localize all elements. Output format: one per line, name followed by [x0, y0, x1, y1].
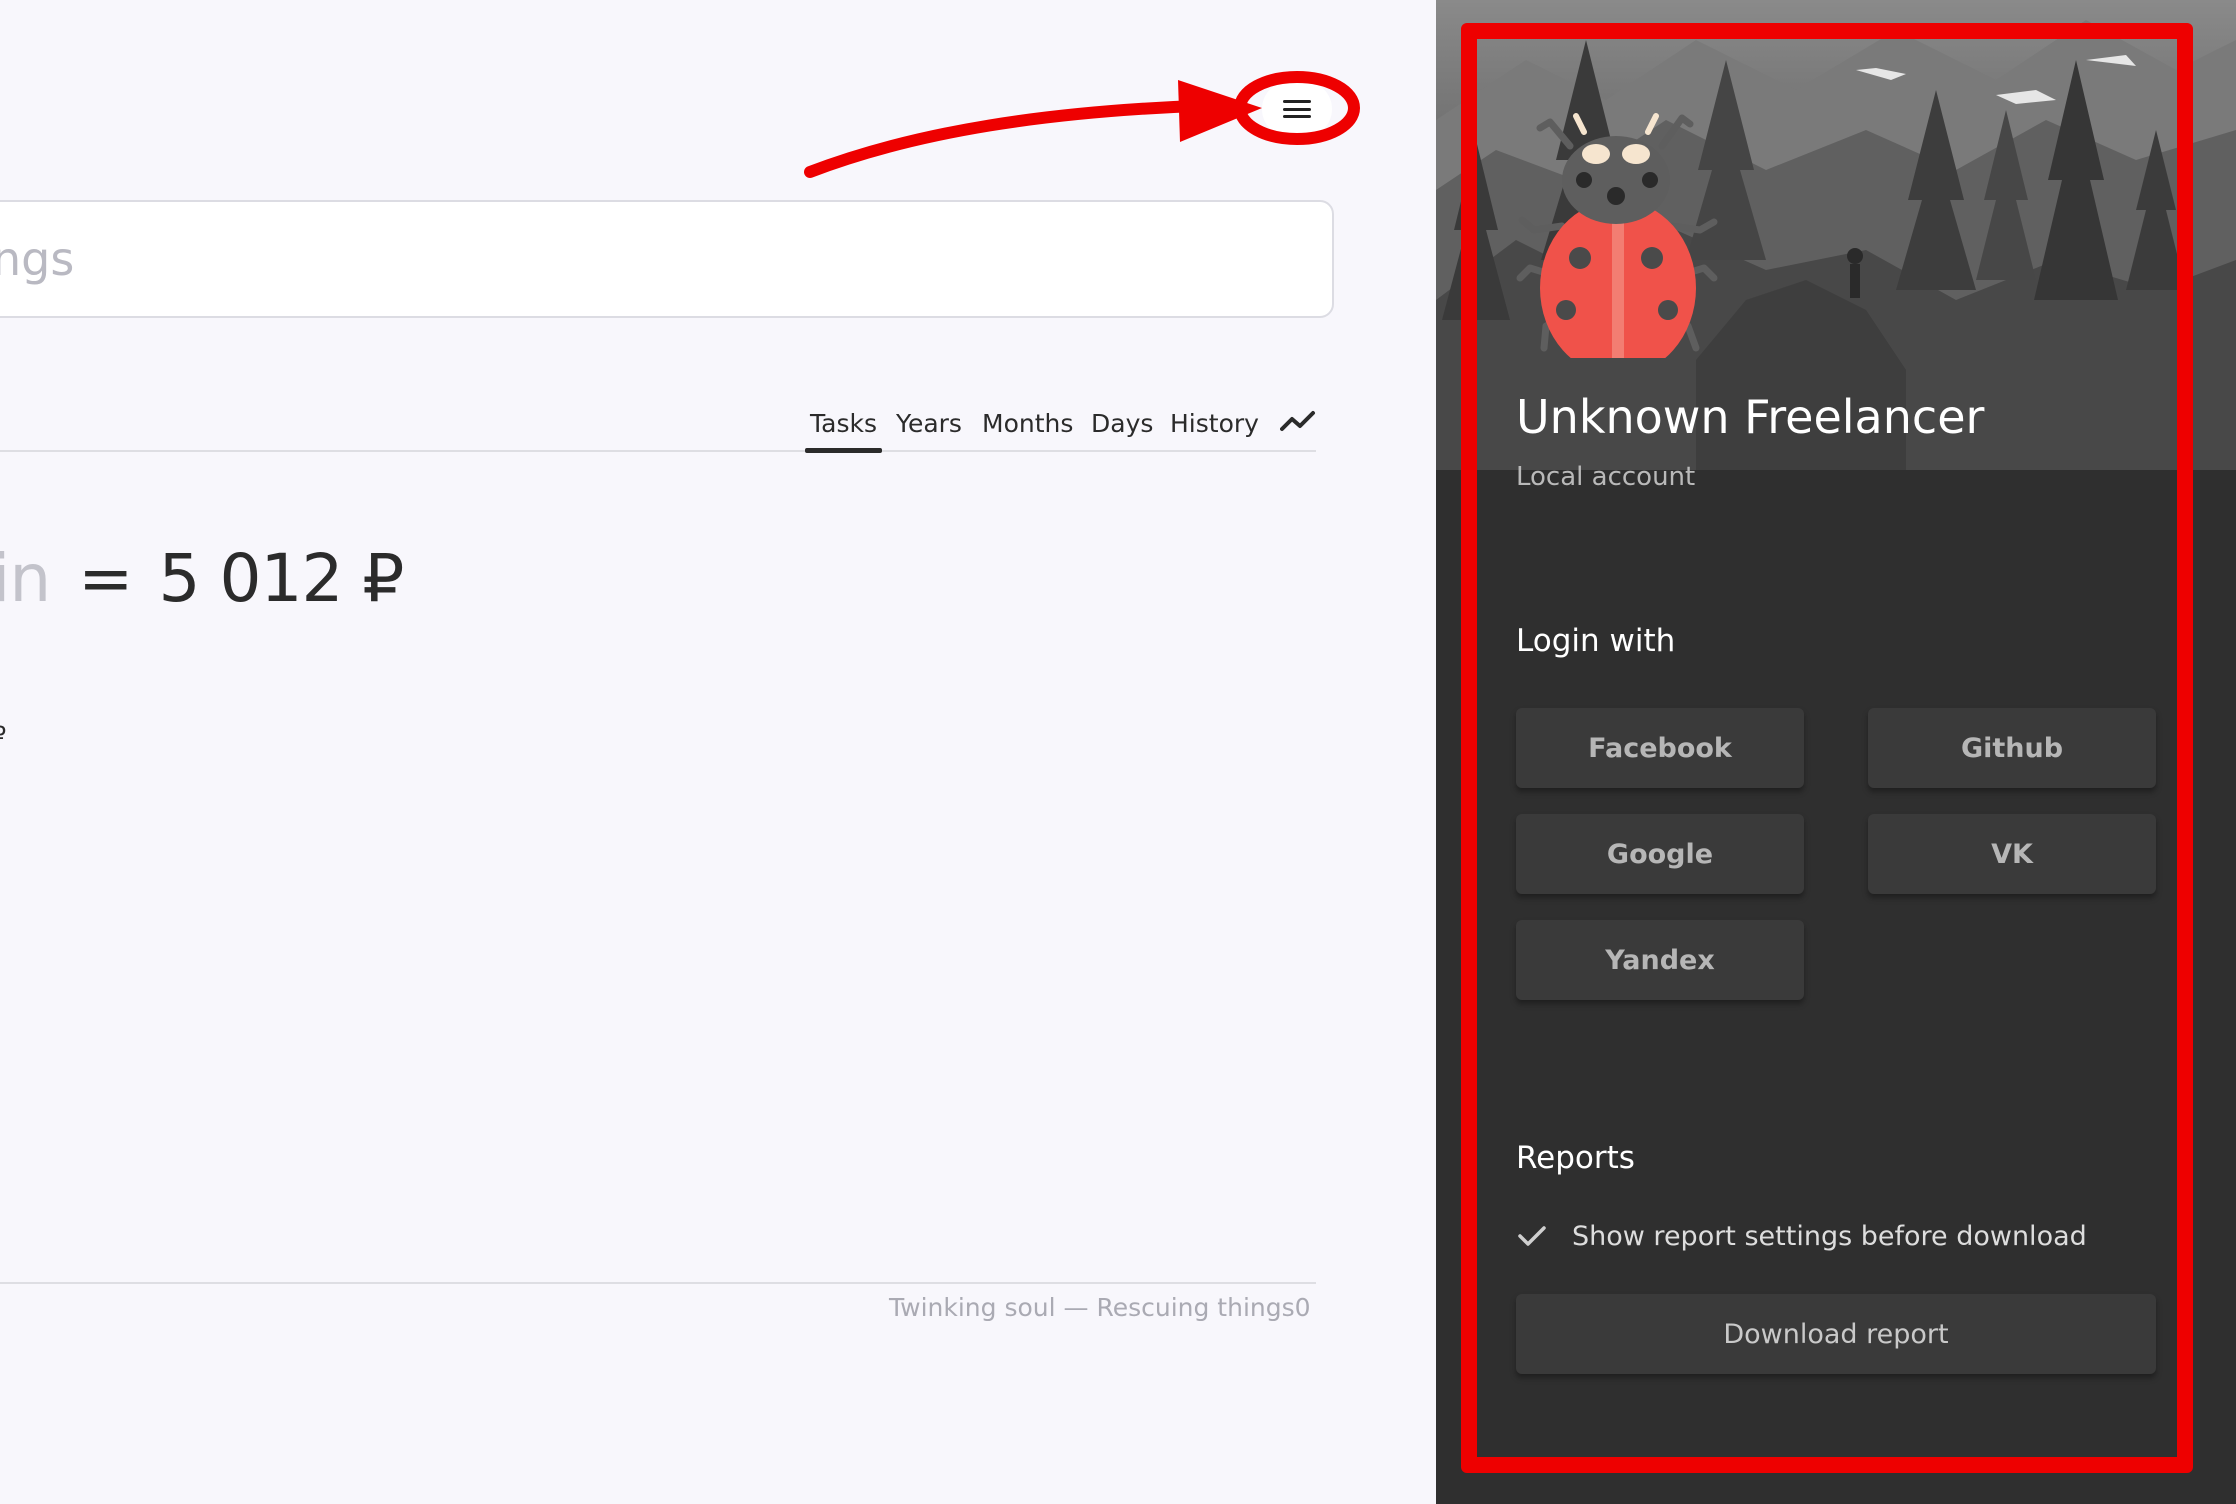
unit-fragment: in — [0, 540, 51, 617]
footer-text: Twinking soul — Rescuing things0 — [889, 1293, 1311, 1322]
report-settings-option[interactable]: Show report settings before download — [1516, 1216, 2087, 1256]
equals-sign: = — [78, 540, 133, 617]
reports-section-title: Reports — [1516, 1140, 1635, 1176]
tab-days[interactable]: Days — [1091, 409, 1153, 438]
footer-divider — [0, 1282, 1316, 1284]
login-google-button[interactable]: Google — [1516, 814, 1804, 894]
login-section-title: Login with — [1516, 623, 1676, 659]
tab-years[interactable]: Years — [896, 409, 962, 438]
login-yandex-button[interactable]: Yandex — [1516, 920, 1804, 1000]
search-box — [0, 200, 1334, 318]
ladybug-icon — [1516, 113, 1718, 358]
total-amount: 5 012 ₽ — [158, 540, 404, 617]
login-github-button[interactable]: Github — [1868, 708, 2156, 788]
tab-tasks[interactable]: Tasks — [805, 409, 882, 453]
hamburger-menu-icon — [1283, 100, 1311, 118]
total-summary: in = 5 012 ₽ — [0, 540, 404, 617]
search-input[interactable] — [0, 202, 1332, 316]
trending-icon[interactable] — [1280, 407, 1316, 435]
tab-history[interactable]: History — [1170, 409, 1259, 438]
truncated-currency: ₽ — [0, 723, 6, 748]
annotation-arrow — [804, 71, 1360, 178]
hamburger-menu-button[interactable] — [1262, 81, 1332, 137]
main-content: Tasks Years Months Days History in = 5 012… — [0, 0, 1436, 1504]
login-facebook-button[interactable]: Facebook — [1516, 708, 1804, 788]
report-settings-label: Show report settings before download — [1572, 1220, 2087, 1252]
view-tabs: Tasks Years Months Days History — [0, 395, 1316, 453]
checkmark-icon — [1518, 1226, 1546, 1246]
account-type: Local account — [1516, 462, 1696, 492]
user-name: Unknown Freelancer — [1516, 390, 1985, 444]
account-panel: Unknown Freelancer Local account Login w… — [1436, 0, 2236, 1504]
download-report-button[interactable]: Download report — [1516, 1294, 2156, 1374]
login-vk-button[interactable]: VK — [1868, 814, 2156, 894]
tab-months[interactable]: Months — [982, 409, 1073, 438]
